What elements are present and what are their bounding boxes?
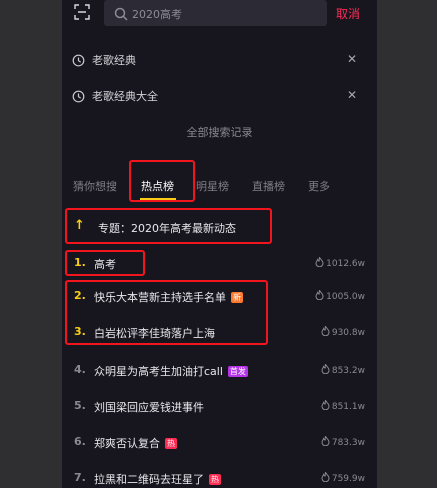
fire-icon (321, 326, 330, 336)
heat-text: 1005.0w (326, 292, 365, 302)
heat-text: 851.1w (331, 402, 365, 412)
heat-value: 783.3w (321, 436, 365, 448)
search-query: 2020高考 (132, 8, 182, 21)
ranking-item[interactable]: 6. 郑爽否认复合热 783.3w (62, 430, 377, 456)
tab-guess[interactable]: 猜你想搜 (73, 178, 117, 194)
tab-more[interactable]: 更多 (308, 178, 330, 194)
app-screen: 2020高考 取消 老歌经典 ✕ 老歌经典大全 ✕ 全部搜索记录 猜你想搜 热点… (62, 0, 377, 488)
left-margin (0, 0, 62, 488)
fire-icon (321, 472, 330, 482)
heat-value: 930.8w (321, 326, 365, 338)
ranking-title-text: 刘国梁回应爱钱进事件 (94, 401, 204, 414)
search-bar: 2020高考 取消 (62, 0, 377, 30)
heat-value: 851.1w (321, 400, 365, 412)
fire-icon (321, 436, 330, 446)
fire-icon (321, 364, 330, 374)
ranking-title: 拉黑和二维码去玨星了热 (94, 471, 221, 487)
right-margin (377, 0, 437, 488)
ranking-title: 刘国梁回应爱钱进事件 (94, 399, 204, 415)
heat-text: 930.8w (331, 328, 365, 338)
fire-icon (315, 257, 324, 267)
rank-number: 4. (74, 363, 86, 376)
ranking-title: 众明星为高考生加油打call 首发 (94, 363, 248, 379)
search-icon (114, 6, 128, 21)
history-item[interactable]: 老歌经典 ✕ (62, 46, 377, 74)
heat-text: 1012.6w (326, 259, 365, 269)
heat-value: 853.2w (321, 364, 365, 376)
highlight-box (65, 250, 145, 276)
history-item-label: 老歌经典 (92, 54, 136, 67)
hot-badge: 热 (165, 438, 177, 449)
scan-icon[interactable] (74, 4, 90, 20)
heat-value: 1005.0w (315, 290, 365, 302)
ranking-title-text: 拉黑和二维码去玨星了 (94, 473, 204, 486)
highlight-box (65, 208, 272, 244)
heat-text: 783.3w (331, 438, 365, 448)
clock-icon (72, 88, 85, 103)
ranking-title-text: 众明星为高考生加油打call (94, 365, 223, 378)
tab-live-list[interactable]: 直播榜 (252, 178, 285, 194)
ranking-title-text: 郑爽否认复合 (94, 437, 160, 450)
history-item-label: 老歌经典大全 (92, 90, 158, 103)
highlight-box (65, 280, 268, 345)
ranking-title: 郑爽否认复合热 (94, 435, 177, 451)
heat-value: 1012.6w (315, 257, 365, 269)
all-history-link[interactable]: 全部搜索记录 (62, 124, 377, 140)
heat-text: 759.9w (331, 474, 365, 484)
close-icon[interactable]: ✕ (347, 88, 357, 102)
ranking-item[interactable]: 4. 众明星为高考生加油打call 首发 853.2w (62, 358, 377, 384)
fire-icon (315, 290, 324, 300)
heat-value: 759.9w (321, 472, 365, 484)
highlight-box (129, 160, 195, 202)
close-icon[interactable]: ✕ (347, 52, 357, 66)
cancel-button[interactable]: 取消 (336, 5, 360, 22)
heat-text: 853.2w (331, 366, 365, 376)
rank-number: 6. (74, 435, 86, 448)
rank-number: 5. (74, 399, 86, 412)
tab-star-list[interactable]: 明星榜 (196, 178, 229, 194)
premiere-badge: 首发 (227, 366, 248, 377)
search-input[interactable]: 2020高考 (104, 0, 327, 26)
clock-icon (72, 52, 85, 67)
rank-number: 7. (74, 471, 86, 484)
fire-icon (321, 400, 330, 410)
ranking-item[interactable]: 5. 刘国梁回应爱钱进事件 851.1w (62, 394, 377, 420)
hot-badge: 热 (209, 474, 221, 485)
ranking-item[interactable]: 7. 拉黑和二维码去玨星了热 759.9w (62, 466, 377, 488)
history-item[interactable]: 老歌经典大全 ✕ (62, 82, 377, 110)
ranking-tabs: 猜你想搜 热点榜 明星榜 直播榜 更多 (62, 172, 377, 202)
